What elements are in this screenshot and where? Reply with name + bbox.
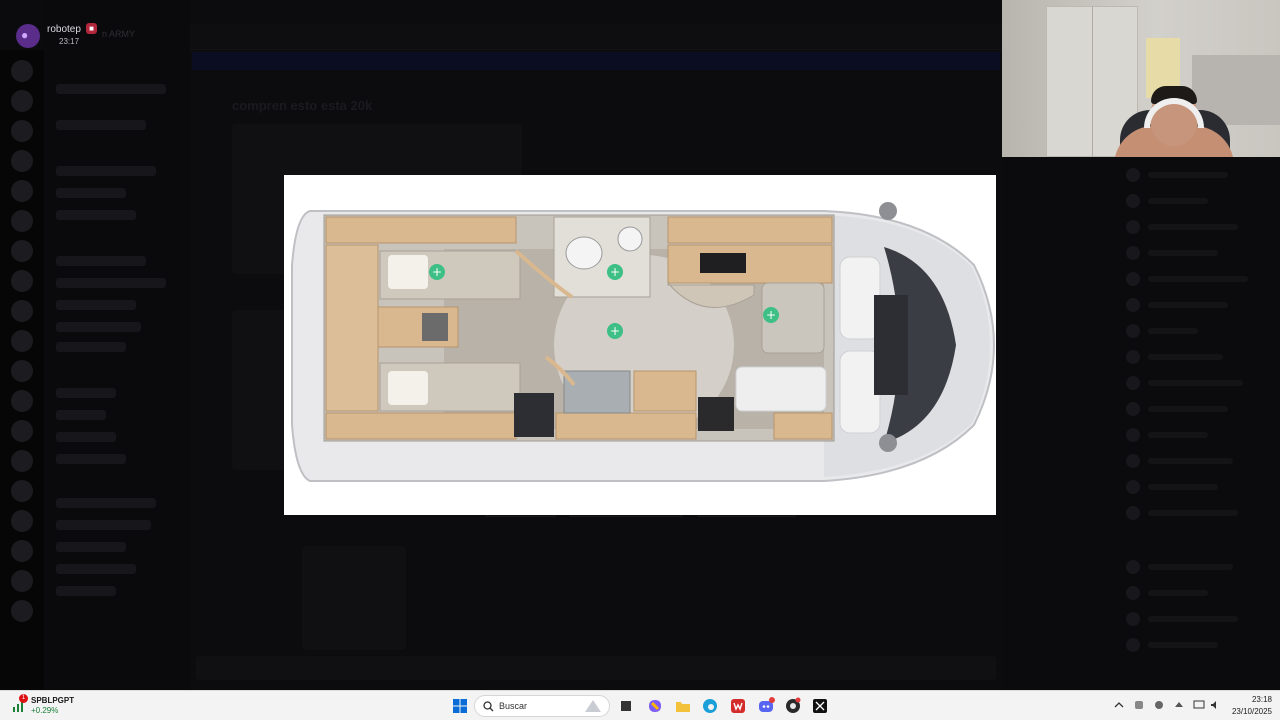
copilot-icon[interactable] — [646, 697, 664, 715]
volume-icon[interactable] — [1209, 699, 1221, 711]
taskbar-search-box[interactable]: Buscar — [474, 695, 610, 717]
message-image — [302, 546, 406, 650]
discord-icon[interactable] — [757, 697, 775, 715]
live-badge-icon: ■ — [86, 23, 97, 34]
edge-icon[interactable] — [701, 697, 719, 715]
search-icon — [483, 701, 494, 712]
stock-widget[interactable]: 1 SPBLPGPT +0.29% — [12, 694, 92, 717]
file-explorer-icon[interactable] — [674, 697, 692, 715]
tray-app-icon[interactable] — [1173, 699, 1185, 711]
member-list — [1118, 160, 1280, 690]
hotspot-plus-icon[interactable]: + — [429, 264, 445, 280]
message-image — [232, 310, 286, 470]
svg-text:+: + — [432, 265, 442, 279]
clock-time: 23:18 — [1251, 695, 1272, 704]
windows-start-icon[interactable] — [451, 697, 469, 715]
image-viewer-modal[interactable]: + + + + — [284, 175, 996, 515]
wps-icon[interactable] — [729, 697, 747, 715]
stock-name: SPBLPGPT — [31, 696, 75, 705]
hotspot-plus-icon[interactable]: + — [607, 323, 623, 339]
svg-text:+: + — [766, 308, 776, 322]
notification-badge: 1 — [19, 694, 28, 703]
task-view-icon[interactable] — [617, 697, 635, 715]
webcam-overlay — [1002, 0, 1280, 157]
server-rail — [0, 50, 44, 690]
network-icon[interactable] — [1193, 699, 1205, 711]
stock-change: +0.29% — [31, 706, 59, 715]
message-input[interactable] — [196, 656, 996, 680]
taskbar-clock[interactable]: 23:18 23/10/2025 — [1226, 694, 1272, 718]
windows-taskbar: 1 SPBLPGPT +0.29% Buscar 23:18 23/10/202… — [0, 690, 1280, 720]
clock-date: 23/10/2025 — [1231, 707, 1272, 716]
post-title: compren esto esta 20k — [232, 98, 373, 113]
current-user-card[interactable]: ● robotep ■ 23:17 n ARMY — [12, 20, 182, 50]
user-status-time: 23:17 — [59, 37, 80, 46]
svg-text:+: + — [610, 265, 620, 279]
hotspot-plus-icon[interactable]: + — [607, 264, 623, 280]
hotspot-plus-icon[interactable]: + — [763, 307, 779, 323]
search-highlight-icon — [585, 700, 601, 712]
chevron-up-icon[interactable] — [1113, 699, 1125, 711]
user-name: robotep — [47, 24, 81, 35]
ghost-icon: ● — [21, 28, 29, 42]
user-avatar[interactable]: ● — [16, 24, 40, 48]
channel-list — [44, 0, 190, 690]
svg-text:+: + — [610, 324, 620, 338]
tray-app-icon[interactable] — [1153, 699, 1165, 711]
chrome-icon[interactable] — [784, 697, 802, 715]
capcut-icon[interactable] — [811, 697, 829, 715]
screen: compren esto esta 20k ● robotep ■ 23:17 … — [0, 0, 1280, 720]
tray-app-icon[interactable] — [1133, 699, 1145, 711]
search-placeholder: Buscar — [499, 701, 528, 711]
server-name: n ARMY — [102, 29, 136, 39]
motorhome-floorplan-image: + + + + — [291, 202, 996, 482]
chat-banner — [192, 52, 1000, 70]
chat-header — [190, 24, 1002, 50]
